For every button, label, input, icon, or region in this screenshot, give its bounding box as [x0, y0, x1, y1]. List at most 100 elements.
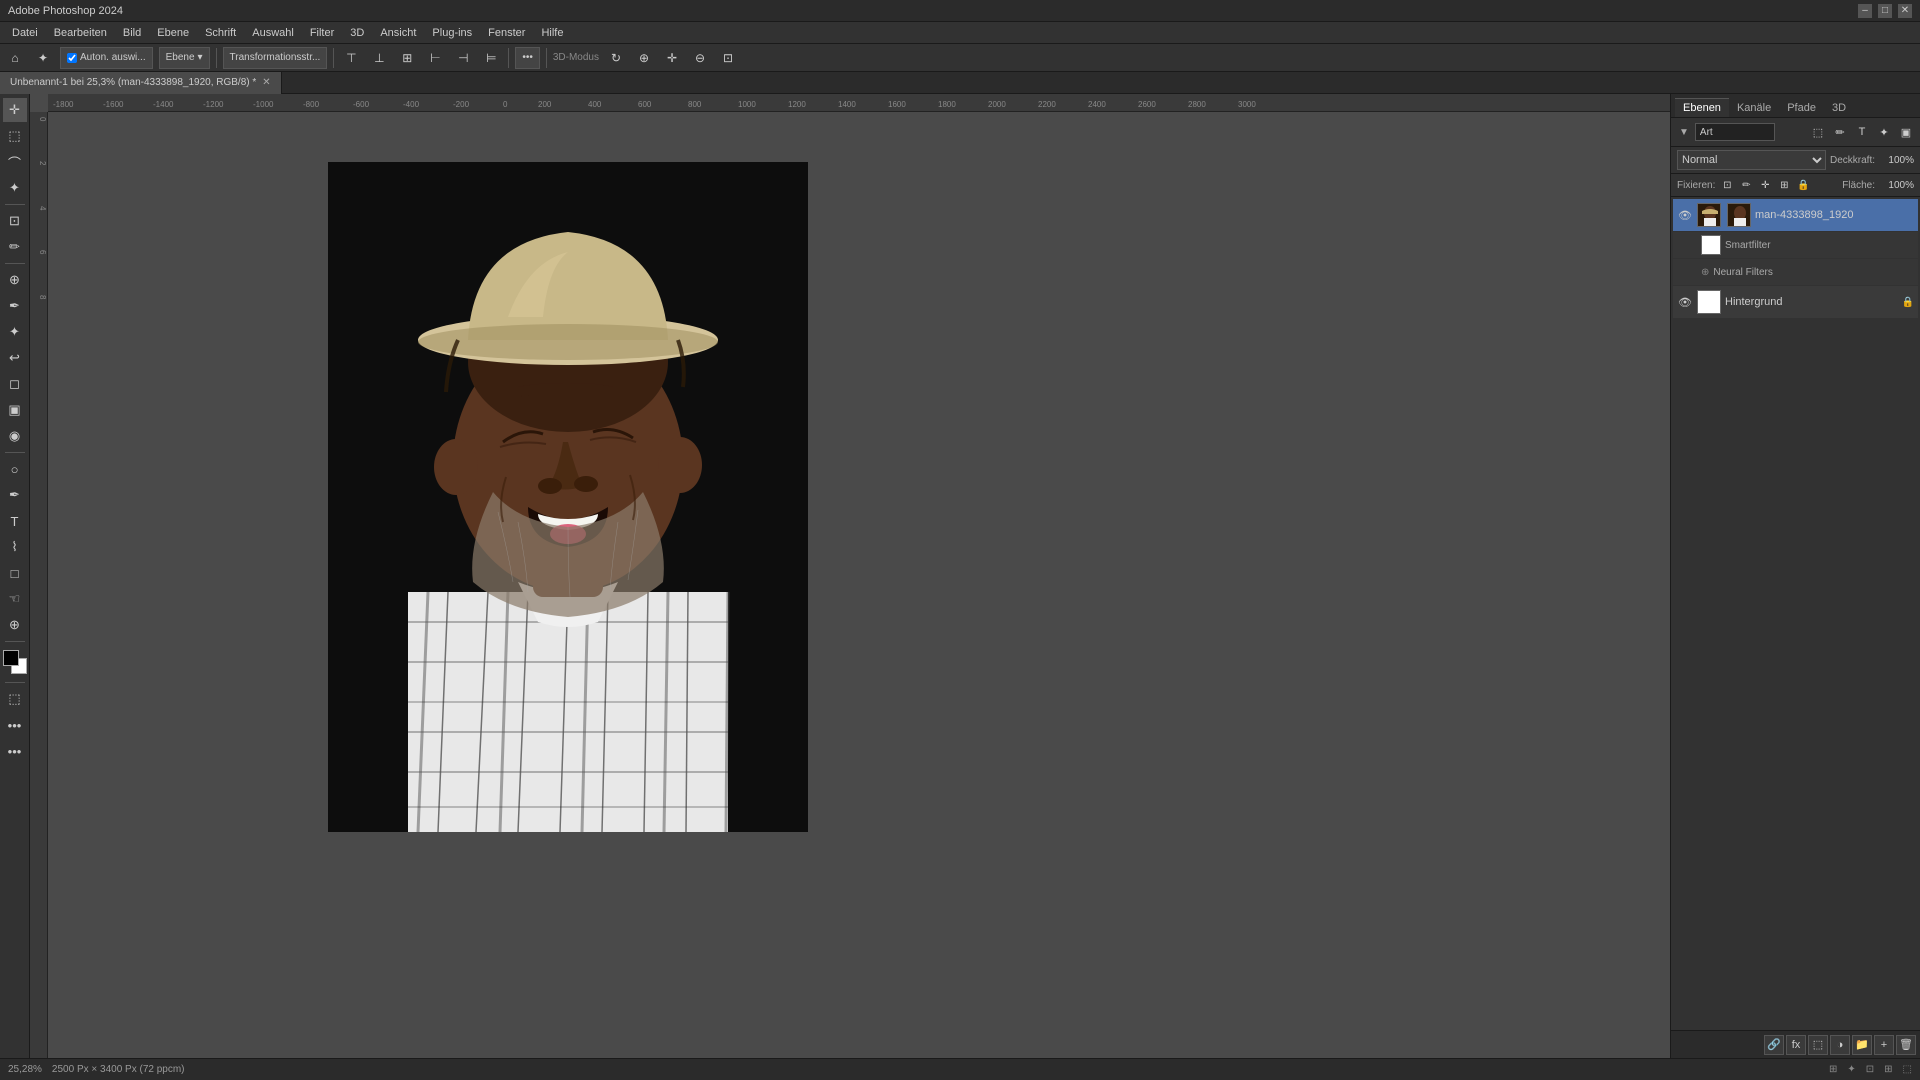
lock-position-icon[interactable]: ✛ — [1757, 177, 1773, 193]
panel-new-layer-icon[interactable]: + — [1874, 1035, 1894, 1055]
layer-visibility-hintergrund[interactable]: 👁 — [1677, 294, 1693, 310]
hand-tool[interactable]: ☜ — [3, 587, 27, 611]
lock-artboard-icon[interactable]: ⊞ — [1776, 177, 1792, 193]
menu-ansicht[interactable]: Ansicht — [372, 25, 424, 41]
layer-item-man[interactable]: 👁 — [1673, 199, 1918, 231]
extra-tools-2[interactable]: ••• — [3, 739, 27, 763]
align-right-icon[interactable]: ⊨ — [480, 47, 502, 69]
blur-tool[interactable]: ◉ — [3, 424, 27, 448]
minimize-button[interactable]: – — [1858, 4, 1872, 18]
dodge-tool[interactable]: ○ — [3, 457, 27, 481]
menu-datei[interactable]: Datei — [4, 25, 46, 41]
eyedropper-tool[interactable]: ✏ — [3, 235, 27, 259]
menu-hilfe[interactable]: Hilfe — [533, 25, 571, 41]
eraser-tool[interactable]: ◻ — [3, 372, 27, 396]
more-panel-icon[interactable]: ▣ — [1896, 122, 1916, 142]
canvas-viewport[interactable] — [48, 112, 1670, 1058]
timeline-icon[interactable]: ⊞ — [1829, 1064, 1837, 1075]
pen-tool[interactable]: ✒ — [3, 483, 27, 507]
view-icon[interactable]: ⊞ — [1884, 1064, 1892, 1075]
sub-layer-smartfilter[interactable]: Smartfilter — [1673, 232, 1918, 258]
menu-ebene[interactable]: Ebene — [149, 25, 197, 41]
mask-tool[interactable]: ⬚ — [3, 687, 27, 711]
shape-tool[interactable]: □ — [3, 561, 27, 585]
new-layer-from-image-icon[interactable]: ⬚ — [1808, 122, 1828, 142]
magic-wand-tool[interactable]: ✦ — [3, 176, 27, 200]
layer-comp-icon[interactable]: ⊡ — [1866, 1064, 1874, 1075]
zoom-tool[interactable]: ⊕ — [3, 613, 27, 637]
move-tool[interactable]: ✛ — [3, 98, 27, 122]
rotate-icon[interactable]: ↻ — [605, 47, 627, 69]
lock-pixels-icon[interactable]: ✏ — [1738, 177, 1754, 193]
lasso-tool[interactable]: ⌒ — [3, 150, 27, 174]
history-tool[interactable]: ↩ — [3, 346, 27, 370]
camera-icon[interactable]: ⊡ — [717, 47, 739, 69]
transform-button[interactable]: Transformationsstr... — [223, 47, 328, 69]
layer-button[interactable]: Ebene ▾ — [159, 47, 210, 69]
align-center-icon[interactable]: ⊣ — [452, 47, 474, 69]
menu-schrift[interactable]: Schrift — [197, 25, 244, 41]
magic-icon[interactable]: ✦ — [1847, 1064, 1855, 1075]
menu-bild[interactable]: Bild — [115, 25, 149, 41]
add-layer-mask-panel-icon[interactable]: ✏ — [1830, 122, 1850, 142]
layer-item-hintergrund[interactable]: 👁 Hintergrund 🔒 — [1673, 286, 1918, 318]
close-button[interactable]: ✕ — [1898, 4, 1912, 18]
align-bottom-icon[interactable]: ⊞ — [396, 47, 418, 69]
layer-search-input[interactable] — [1695, 123, 1775, 141]
auto-select-checkbox[interactable] — [67, 53, 77, 63]
document-tab[interactable]: Unbenannt-1 bei 25,3% (man-4333898_1920,… — [0, 72, 282, 94]
marquee-tool[interactable]: ⬚ — [3, 124, 27, 148]
align-top-icon[interactable]: ⊤ — [340, 47, 362, 69]
menu-3d[interactable]: 3D — [342, 25, 372, 41]
panel-delete-icon[interactable]: 🗑 — [1896, 1035, 1916, 1055]
layer-visibility-man[interactable]: 👁 — [1677, 207, 1693, 223]
brush-tool[interactable]: ✒ — [3, 294, 27, 318]
lock-transparent-icon[interactable]: ⊡ — [1719, 177, 1735, 193]
panel-group-icon[interactable]: 📁 — [1852, 1035, 1872, 1055]
sub-layer-neural[interactable]: ⊕ Neural Filters — [1673, 259, 1918, 285]
type-layer-icon[interactable]: T — [1852, 122, 1872, 142]
align-left-icon[interactable]: ⊢ — [424, 47, 446, 69]
home-icon[interactable]: ⌂ — [4, 47, 26, 69]
crop-tool[interactable]: ⊡ — [3, 209, 27, 233]
menu-plugins[interactable]: Plug-ins — [424, 25, 480, 41]
panel-fx-icon[interactable]: fx — [1786, 1035, 1806, 1055]
auto-select-button[interactable]: Auton. auswi... — [60, 47, 153, 69]
tab-kanaele[interactable]: Kanäle — [1729, 98, 1779, 117]
pan-icon[interactable]: ✛ — [661, 47, 683, 69]
orbit-icon[interactable]: ⊕ — [633, 47, 655, 69]
stamp-tool[interactable]: ✦ — [3, 320, 27, 344]
screen-mode-icon[interactable]: ⬚ — [1903, 1064, 1912, 1075]
menu-auswahl[interactable]: Auswahl — [244, 25, 302, 41]
extra-tools-1[interactable]: ••• — [3, 713, 27, 737]
flaeche-value[interactable]: 100% — [1879, 180, 1914, 191]
opacity-value[interactable]: 100% — [1879, 155, 1914, 166]
panel-adjustment-icon[interactable]: ◑ — [1830, 1035, 1850, 1055]
effects-icon[interactable]: ✦ — [1874, 122, 1894, 142]
tab-pfade[interactable]: Pfade — [1779, 98, 1824, 117]
text-tool[interactable]: T — [3, 509, 27, 533]
title-bar: Adobe Photoshop 2024 – □ ✕ — [0, 0, 1920, 22]
divider3 — [508, 48, 509, 68]
divider2 — [333, 48, 334, 68]
blend-mode-select[interactable]: Normal Multiplizieren Aufhellen Abdunkel… — [1677, 150, 1826, 170]
menu-bearbeiten[interactable]: Bearbeiten — [46, 25, 115, 41]
zoom3d-icon[interactable]: ⊖ — [689, 47, 711, 69]
panel-link-icon[interactable]: 🔗 — [1764, 1035, 1784, 1055]
tool-icon[interactable]: ✦ — [32, 47, 54, 69]
gradient-tool[interactable]: ▣ — [3, 398, 27, 422]
lock-all-icon[interactable]: 🔒 — [1795, 177, 1811, 193]
tab-ebenen[interactable]: Ebenen — [1675, 98, 1729, 117]
tab-3d[interactable]: 3D — [1824, 98, 1854, 117]
menu-filter[interactable]: Filter — [302, 25, 342, 41]
more-options-button[interactable]: ••• — [515, 47, 540, 69]
panel-mask-icon[interactable]: ⬚ — [1808, 1035, 1828, 1055]
color-swatches[interactable] — [3, 650, 27, 674]
maximize-button[interactable]: □ — [1878, 4, 1892, 18]
align-middle-icon[interactable]: ⊥ — [368, 47, 390, 69]
foreground-color[interactable] — [3, 650, 19, 666]
healing-tool[interactable]: ⊕ — [3, 268, 27, 292]
menu-fenster[interactable]: Fenster — [480, 25, 533, 41]
tab-close-icon[interactable]: ✕ — [262, 77, 270, 88]
path-tool[interactable]: ⌇ — [3, 535, 27, 559]
